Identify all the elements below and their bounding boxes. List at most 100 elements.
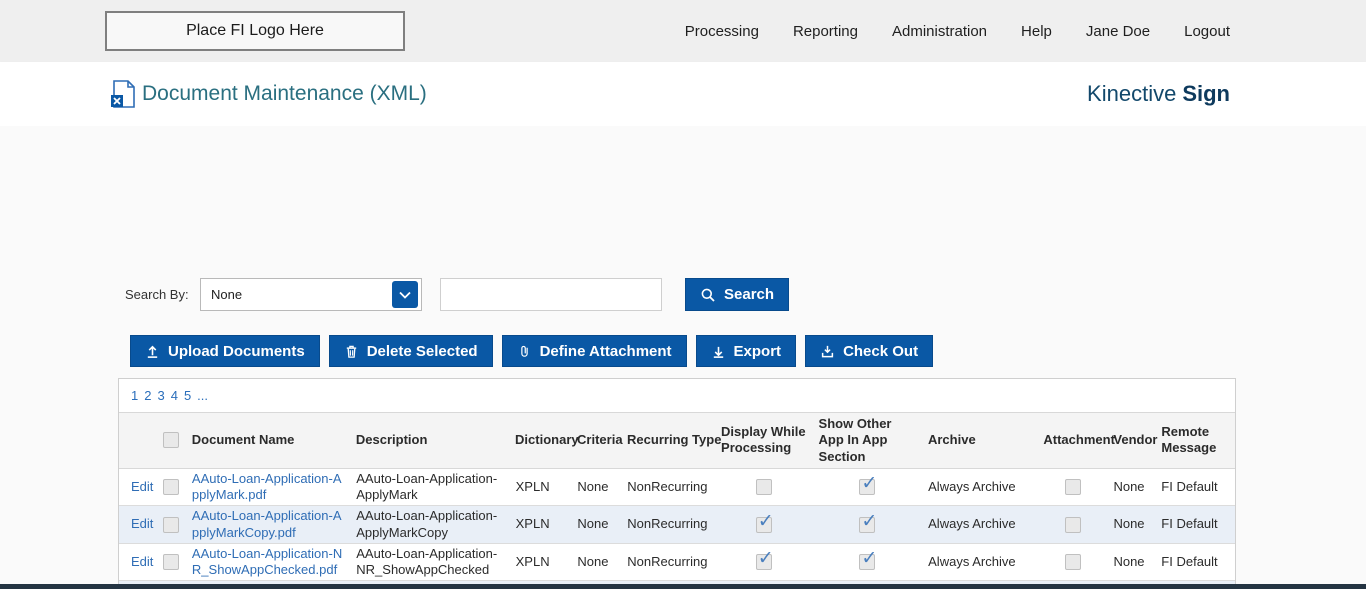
- page-link-5[interactable]: 5: [184, 388, 191, 403]
- select-all-checkbox[interactable]: [162, 432, 179, 449]
- fi-logo-placeholder: Place FI Logo Here: [105, 11, 405, 51]
- brand-name-bold: Sign: [1182, 81, 1230, 106]
- header-show-other-app: Show Other App In App Section: [818, 416, 892, 464]
- show-other-app-checkbox[interactable]: [859, 510, 877, 533]
- main-content: Search By: None Search Upload Documents: [0, 126, 1366, 589]
- export-label: Export: [733, 342, 782, 360]
- show-other-app-checkbox[interactable]: [859, 472, 877, 496]
- vendor-cell: None: [1113, 478, 1145, 494]
- recurring-type-cell: NonRecurring: [627, 478, 708, 494]
- brand-logo: Kinective Sign: [1087, 62, 1230, 126]
- table-row: Edit AAuto-Loan-Application-ApplyMarkCop…: [119, 506, 1235, 544]
- delete-selected-button[interactable]: Delete Selected: [328, 335, 493, 367]
- upload-documents-label: Upload Documents: [168, 342, 305, 360]
- header-display-while-processing: Display While Processing: [721, 424, 806, 456]
- display-while-processing-checkbox[interactable]: [755, 479, 772, 495]
- header-select-cell: [156, 429, 186, 451]
- show-other-app-checkbox[interactable]: [859, 547, 877, 571]
- search-by-dropdown[interactable]: None: [200, 278, 422, 311]
- table-body: Edit AAuto-Loan-Application-ApplyMark.pd…: [119, 468, 1235, 589]
- dictionary-cell: XPLN: [515, 478, 550, 494]
- top-bar: Place FI Logo Here Processing Reporting …: [0, 0, 1366, 62]
- page-title: Document Maintenance (XML): [142, 82, 427, 105]
- nav-processing[interactable]: Processing: [685, 23, 759, 40]
- brand-name-light: Kinective: [1087, 81, 1177, 106]
- search-by-label: Search By:: [125, 287, 189, 302]
- archive-cell: Always Archive: [928, 516, 1016, 532]
- description-cell: AAuto-Loan-Application-ApplyMarkCopy: [356, 508, 498, 540]
- nav-logout[interactable]: Logout: [1184, 23, 1230, 40]
- edit-link[interactable]: Edit: [131, 554, 153, 569]
- display-while-processing-checkbox[interactable]: [755, 510, 774, 533]
- criteria-cell: None: [577, 553, 609, 569]
- nav-user-jane-doe[interactable]: Jane Doe: [1086, 23, 1150, 40]
- trash-icon: [346, 345, 356, 358]
- table-header-row: Document Name Description Dictionary Cri…: [119, 412, 1235, 469]
- header-vendor: Vendor: [1113, 432, 1158, 448]
- description-cell: AAuto-Loan-Application-ApplyMark: [356, 470, 498, 502]
- recurring-type-cell: NonRecurring: [627, 553, 708, 569]
- row-select-checkbox[interactable]: [162, 479, 179, 495]
- upload-documents-button[interactable]: Upload Documents: [130, 335, 320, 367]
- upload-icon: [147, 345, 158, 358]
- export-icon: [713, 346, 723, 358]
- vendor-cell: None: [1113, 553, 1145, 569]
- dictionary-cell: XPLN: [515, 516, 550, 532]
- display-while-processing-checkbox[interactable]: [755, 547, 774, 571]
- delete-selected-label: Delete Selected: [366, 342, 478, 360]
- page-link-2[interactable]: 2: [144, 388, 151, 403]
- page-link-3[interactable]: 3: [157, 388, 164, 403]
- page-link-4[interactable]: 4: [171, 388, 178, 403]
- row-select-checkbox[interactable]: [162, 516, 179, 533]
- header-document-name: Document Name: [191, 432, 295, 448]
- fi-logo-placeholder-text: Place FI Logo Here: [186, 22, 324, 39]
- vendor-cell: None: [1113, 516, 1145, 532]
- define-attachment-button[interactable]: Define Attachment: [501, 335, 687, 367]
- search-button-label: Search: [724, 286, 775, 303]
- app-window: Place FI Logo Here Processing Reporting …: [0, 0, 1366, 589]
- page-header: Document Maintenance (XML) Kinective Sig…: [0, 62, 1366, 126]
- header-dictionary: Dictionary: [515, 432, 579, 448]
- search-input[interactable]: [440, 278, 662, 311]
- chevron-down-icon[interactable]: [392, 281, 418, 308]
- document-name-link[interactable]: AAuto-Loan-Application-ApplyMark.pdf: [192, 471, 342, 502]
- check-out-button[interactable]: Check Out: [805, 335, 934, 367]
- nav-help[interactable]: Help: [1021, 23, 1052, 40]
- page-link-1[interactable]: 1: [131, 388, 138, 403]
- export-button[interactable]: Export: [695, 335, 797, 367]
- search-icon: [701, 288, 715, 302]
- paperclip-icon: [520, 345, 528, 357]
- edit-link[interactable]: Edit: [131, 516, 153, 531]
- checkout-icon: [821, 345, 834, 357]
- document-name-link[interactable]: AAuto-Loan-Application-NR_ShowAppChecked…: [192, 546, 342, 577]
- check-out-label: Check Out: [843, 342, 919, 360]
- recurring-type-cell: NonRecurring: [627, 516, 708, 532]
- search-button[interactable]: Search: [685, 278, 790, 311]
- archive-cell: Always Archive: [928, 478, 1016, 494]
- header-attachment: Attachment: [1043, 432, 1115, 448]
- table-row: Edit AAuto-Loan-Application-ApplyMark.pd…: [119, 468, 1235, 507]
- row-select-checkbox[interactable]: [162, 554, 179, 570]
- search-by-dropdown-value: None: [211, 287, 243, 302]
- attachment-checkbox[interactable]: [1064, 479, 1081, 495]
- header-remote-message: Remote Message: [1161, 424, 1217, 456]
- remote-message-cell: FI Default: [1161, 553, 1218, 569]
- attachment-checkbox[interactable]: [1064, 516, 1081, 533]
- criteria-cell: None: [577, 478, 609, 494]
- document-name-link[interactable]: AAuto-Loan-Application-ApplyMarkCopy.pdf: [192, 508, 342, 539]
- criteria-cell: None: [577, 516, 609, 532]
- nav-administration[interactable]: Administration: [892, 23, 987, 40]
- remote-message-cell: FI Default: [1161, 516, 1218, 532]
- toolbar: Upload Documents Delete Selected Define …: [130, 335, 934, 367]
- page-link-more[interactable]: ...: [197, 388, 208, 403]
- description-cell: AAuto-Loan-Application-NR_ShowAppChecked: [356, 545, 498, 577]
- pagination: 1 2 3 4 5 ...: [119, 379, 1235, 412]
- edit-link[interactable]: Edit: [131, 479, 153, 494]
- documents-panel: 1 2 3 4 5 ... Document Name Description …: [118, 378, 1236, 589]
- header-edit-spacer: [119, 437, 156, 443]
- top-nav: Processing Reporting Administration Help…: [685, 0, 1230, 62]
- nav-reporting[interactable]: Reporting: [793, 23, 858, 40]
- attachment-checkbox[interactable]: [1064, 554, 1081, 570]
- archive-cell: Always Archive: [928, 553, 1016, 569]
- dictionary-cell: XPLN: [515, 553, 550, 569]
